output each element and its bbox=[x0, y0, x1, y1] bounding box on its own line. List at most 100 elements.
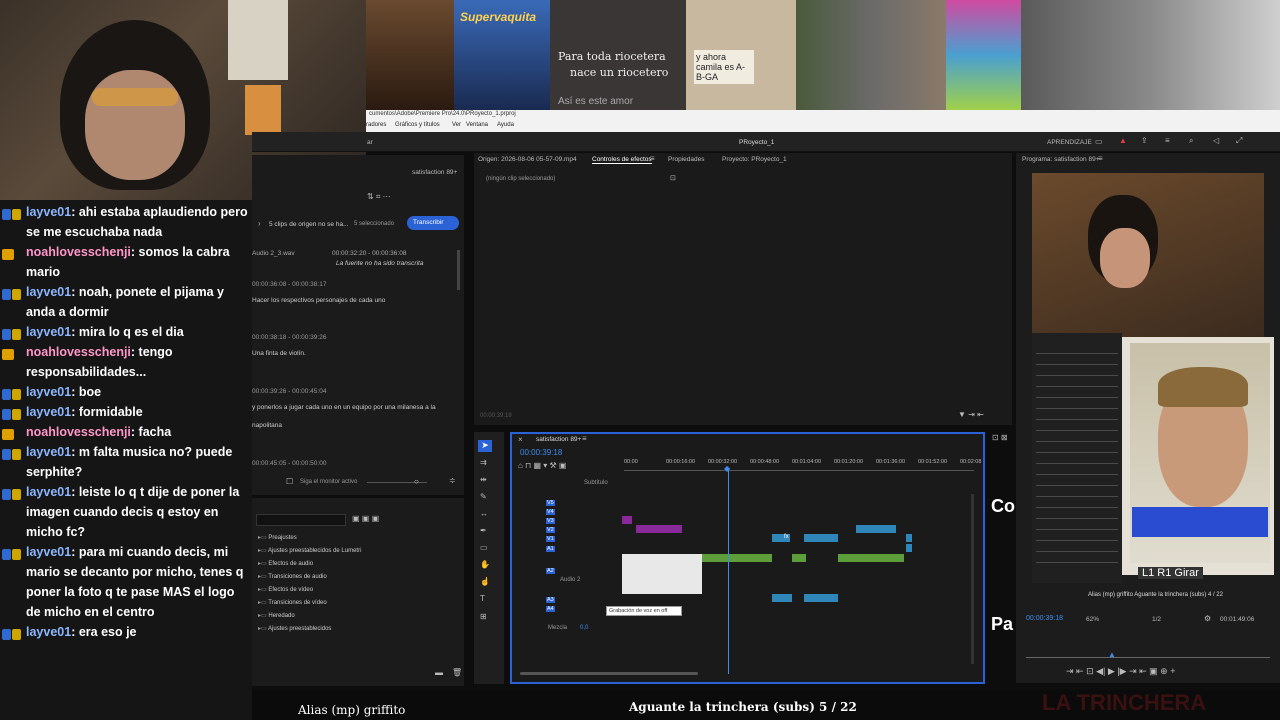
timeline-ruler[interactable]: 00:00 00:00:16:00 00:00:32:00 00:00:48:00 00… bbox=[624, 459, 984, 469]
chat-username[interactable]: layve01 bbox=[26, 545, 71, 559]
chat-username[interactable]: noahlovesschenji bbox=[26, 345, 131, 359]
alert-icon[interactable]: ▲ bbox=[1119, 136, 1127, 145]
effects-search-input[interactable] bbox=[256, 514, 346, 526]
menu-item-window[interactable]: Ventana bbox=[466, 122, 488, 128]
audio-clip[interactable] bbox=[772, 594, 792, 602]
search-icon[interactable]: ⌕ bbox=[1189, 136, 1193, 146]
sequence-tab[interactable]: satisfaction 89+ bbox=[536, 436, 581, 443]
effects-bin-icons[interactable]: ▣ ▣ ▣ bbox=[352, 514, 379, 523]
program-scrubber[interactable] bbox=[1026, 657, 1270, 658]
title-clip[interactable] bbox=[636, 525, 682, 533]
hand-tool-icon[interactable]: ✋ bbox=[480, 560, 490, 569]
chat-username[interactable]: layve01 bbox=[26, 445, 71, 459]
caption-tool-icon[interactable]: ⊞ bbox=[480, 612, 487, 621]
video-clip[interactable] bbox=[804, 534, 838, 542]
effects-folder[interactable]: ▸▭ Ajustes preestablecidos bbox=[258, 625, 331, 632]
timeline-timecode[interactable]: 00:00:39:18 bbox=[520, 448, 562, 457]
timeline-hscroll[interactable] bbox=[520, 672, 698, 675]
transport-controls[interactable]: ⇥ ⇤ ⊡ ◀| ▶ |▶ ⇥ ⇤ ▣ ⊕ + bbox=[1066, 666, 1175, 677]
timeline-vscroll[interactable] bbox=[971, 494, 974, 664]
wrench-icon[interactable]: ⚙ bbox=[1204, 614, 1211, 623]
chat-username[interactable]: noahlovesschenji bbox=[26, 245, 131, 259]
follow-checkbox[interactable]: ☐ bbox=[286, 477, 293, 486]
close-icon[interactable]: × bbox=[518, 435, 523, 444]
filter-icon[interactable]: ▼ ⇥ ⇤ bbox=[958, 410, 984, 419]
effects-folder[interactable]: ▸▭ Transiciones de vídeo bbox=[258, 599, 327, 606]
audio-clip[interactable] bbox=[792, 554, 806, 562]
effects-folder[interactable]: ▸▭ Transiciones de audio bbox=[258, 573, 327, 580]
program-zoom[interactable]: 62% bbox=[1086, 616, 1099, 623]
menu-item-graphics[interactable]: Gráficos y títulos bbox=[395, 122, 440, 128]
audio-track-label[interactable]: A2 bbox=[546, 568, 555, 574]
expand-icon[interactable]: › bbox=[258, 219, 261, 228]
tab-properties[interactable]: Propiedades bbox=[668, 156, 705, 163]
video-clip[interactable] bbox=[906, 534, 912, 542]
track-select-tool-icon[interactable]: ⇉ bbox=[480, 458, 487, 467]
video-track-label[interactable]: V1 bbox=[546, 536, 555, 542]
effects-folder[interactable]: ▸▭ Efectos de audio bbox=[258, 560, 313, 567]
audio-clip[interactable] bbox=[702, 554, 772, 562]
image-clip[interactable] bbox=[622, 554, 702, 594]
audio-clip[interactable] bbox=[906, 544, 912, 552]
share-icon[interactable]: ⇪ bbox=[1141, 136, 1148, 145]
transcript-tools-icon[interactable]: ⇅ ⌗ ⋯ bbox=[367, 192, 391, 202]
chat-username[interactable]: layve01 bbox=[26, 385, 71, 399]
program-playhead-icon[interactable]: ▲ bbox=[1108, 650, 1116, 659]
menu-item-view[interactable]: Ver bbox=[452, 122, 461, 128]
audio-track-label[interactable]: A1 bbox=[546, 546, 555, 552]
chat-username[interactable]: layve01 bbox=[26, 285, 71, 299]
video-track-label[interactable]: V2 bbox=[546, 527, 555, 533]
menu-item-help[interactable]: Ayuda bbox=[497, 122, 514, 128]
tab-origin[interactable]: Origen: 2026-08-06 05-57-09.mp4 bbox=[478, 156, 577, 163]
video-track-label[interactable]: V3 bbox=[546, 518, 555, 524]
hand-tool-alt-icon[interactable]: ☝ bbox=[480, 577, 490, 586]
menu-icon[interactable]: ≡ bbox=[1165, 136, 1170, 145]
chat-username[interactable]: layve01 bbox=[26, 625, 71, 639]
panel-icon[interactable]: ▭ bbox=[1095, 137, 1103, 146]
program-resolution[interactable]: 1/2 bbox=[1152, 616, 1161, 623]
chat-username[interactable]: layve01 bbox=[26, 485, 71, 499]
chat-username[interactable]: layve01 bbox=[26, 405, 71, 419]
tab-effect-controls[interactable]: Controles de efectos bbox=[592, 156, 652, 164]
transcribe-button[interactable]: Transcribir bbox=[407, 216, 459, 230]
type-tool-icon[interactable]: T bbox=[480, 594, 485, 603]
audio-track-label[interactable]: A4 bbox=[546, 606, 555, 612]
transcript-scrollbar[interactable] bbox=[457, 250, 460, 290]
trash-icon[interactable]: 🗑 bbox=[452, 668, 462, 677]
ripple-edit-tool-icon[interactable]: ⇹ bbox=[480, 475, 487, 484]
program-menu-icon[interactable]: ≡ bbox=[1098, 154, 1103, 163]
timeline-menu-icon[interactable]: ⊡ ⊠ bbox=[992, 433, 1008, 442]
playhead-marker-icon[interactable]: ◆ bbox=[724, 464, 730, 473]
tab-project[interactable]: Proyecto: PRoyecto_1 bbox=[722, 156, 787, 163]
new-folder-icon[interactable]: ▬ bbox=[435, 668, 443, 677]
selection-tool-icon[interactable]: ➤ bbox=[478, 440, 492, 452]
audio-clip[interactable] bbox=[804, 594, 838, 602]
program-timecode[interactable]: 00:00:39:18 bbox=[1026, 615, 1063, 622]
left-tab[interactable]: ar bbox=[367, 139, 373, 146]
program-title[interactable]: Programa: satisfaction 89+ bbox=[1022, 156, 1100, 163]
effects-folder[interactable]: ▸▭ Heredado bbox=[258, 612, 295, 619]
seq-menu-icon[interactable]: ≡ bbox=[582, 434, 587, 443]
chat-username[interactable]: layve01 bbox=[26, 325, 71, 339]
audio-clip[interactable] bbox=[838, 554, 904, 562]
chat-username[interactable]: layve01 bbox=[26, 205, 71, 219]
panel-toggle-icon[interactable]: ⊡ bbox=[670, 174, 676, 182]
fullscreen-icon[interactable]: ⤢ bbox=[1236, 136, 1242, 146]
settings-icon[interactable]: ≑ bbox=[449, 476, 456, 485]
workspace-label[interactable]: APRENDIZAJE bbox=[1047, 139, 1092, 146]
pen-tool-icon[interactable]: ✒ bbox=[480, 526, 487, 535]
playhead[interactable] bbox=[728, 470, 729, 674]
effects-folder[interactable]: ▸▭ Efectos de vídeo bbox=[258, 586, 313, 593]
slip-tool-icon[interactable]: ↔ bbox=[480, 509, 488, 518]
rectangle-tool-icon[interactable]: ▭ bbox=[480, 543, 488, 552]
timeline-tool-icons[interactable]: ⌂ ⊓ ▦ ▾ ⚒ ▣ bbox=[518, 461, 567, 470]
effects-folder[interactable]: ▸▭ Ajustes preestablecidos de Lumetri bbox=[258, 547, 361, 554]
chat-username[interactable]: noahlovesschenji bbox=[26, 425, 131, 439]
video-track-label[interactable]: V5 bbox=[546, 500, 555, 506]
menu-item-radores[interactable]: radores bbox=[366, 122, 386, 128]
mix-value[interactable]: 0,0 bbox=[580, 625, 588, 631]
tab-menu-icon[interactable]: ≡ bbox=[650, 154, 655, 163]
video-track-label[interactable]: V4 bbox=[546, 509, 555, 515]
razor-tool-icon[interactable]: ✎ bbox=[480, 492, 487, 501]
video-clip[interactable] bbox=[856, 525, 896, 533]
